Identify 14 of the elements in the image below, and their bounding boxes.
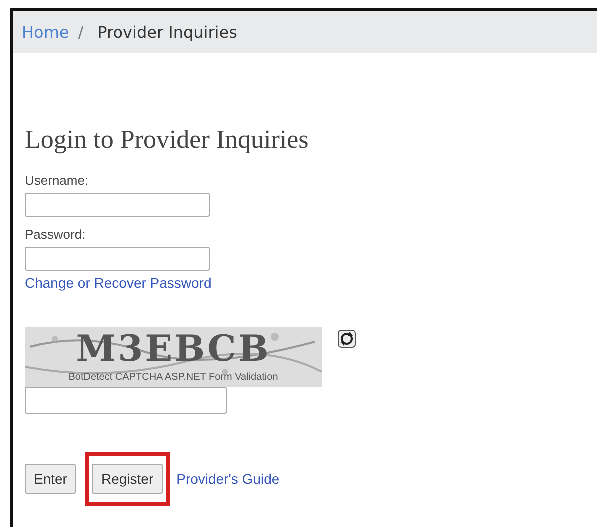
field-label: Username: <box>25 173 89 188</box>
input-field[interactable] <box>25 193 210 217</box>
breadcrumb-separator: / <box>78 22 84 42</box>
recover-password-link[interactable]: Change or Recover Password <box>25 275 212 291</box>
page-title: Login to Provider Inquiries <box>25 125 309 155</box>
captcha-image: M3EBCB BotDetect CAPTCHA ASP.NET Form Validation <box>25 327 322 387</box>
field-label: Password: <box>25 227 86 242</box>
refresh-icon[interactable] <box>338 330 356 348</box>
breadcrumb-current: Provider Inquiries <box>98 22 238 42</box>
captcha-input-field[interactable] <box>25 387 227 414</box>
form-button[interactable]: Register <box>92 464 163 494</box>
form-button[interactable]: Enter <box>25 464 76 494</box>
input-field[interactable] <box>25 247 210 271</box>
providers-guide-link[interactable]: Provider's Guide <box>176 471 280 487</box>
